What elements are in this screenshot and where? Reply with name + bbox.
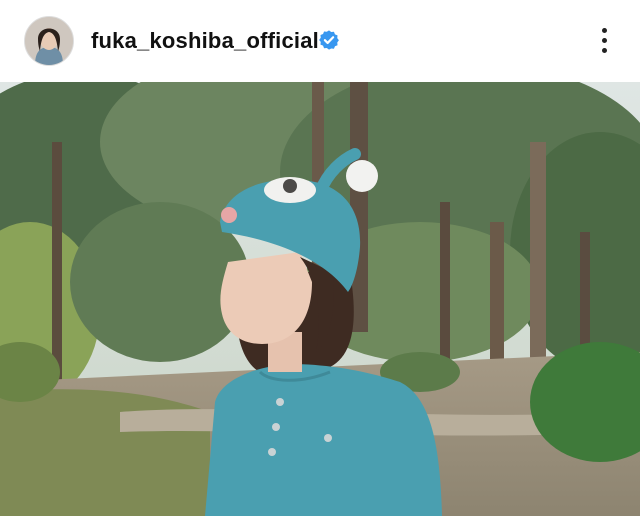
profile-avatar[interactable] bbox=[24, 16, 74, 66]
verified-badge-icon bbox=[319, 30, 339, 50]
post-image[interactable] bbox=[0, 82, 640, 516]
post-header: fuka_koshiba_official bbox=[0, 0, 640, 82]
avatar-image bbox=[25, 17, 73, 65]
post-photo bbox=[0, 82, 640, 516]
more-vertical-icon bbox=[602, 28, 607, 33]
more-options-button[interactable] bbox=[592, 26, 616, 56]
username-label[interactable]: fuka_koshiba_official bbox=[91, 28, 319, 54]
